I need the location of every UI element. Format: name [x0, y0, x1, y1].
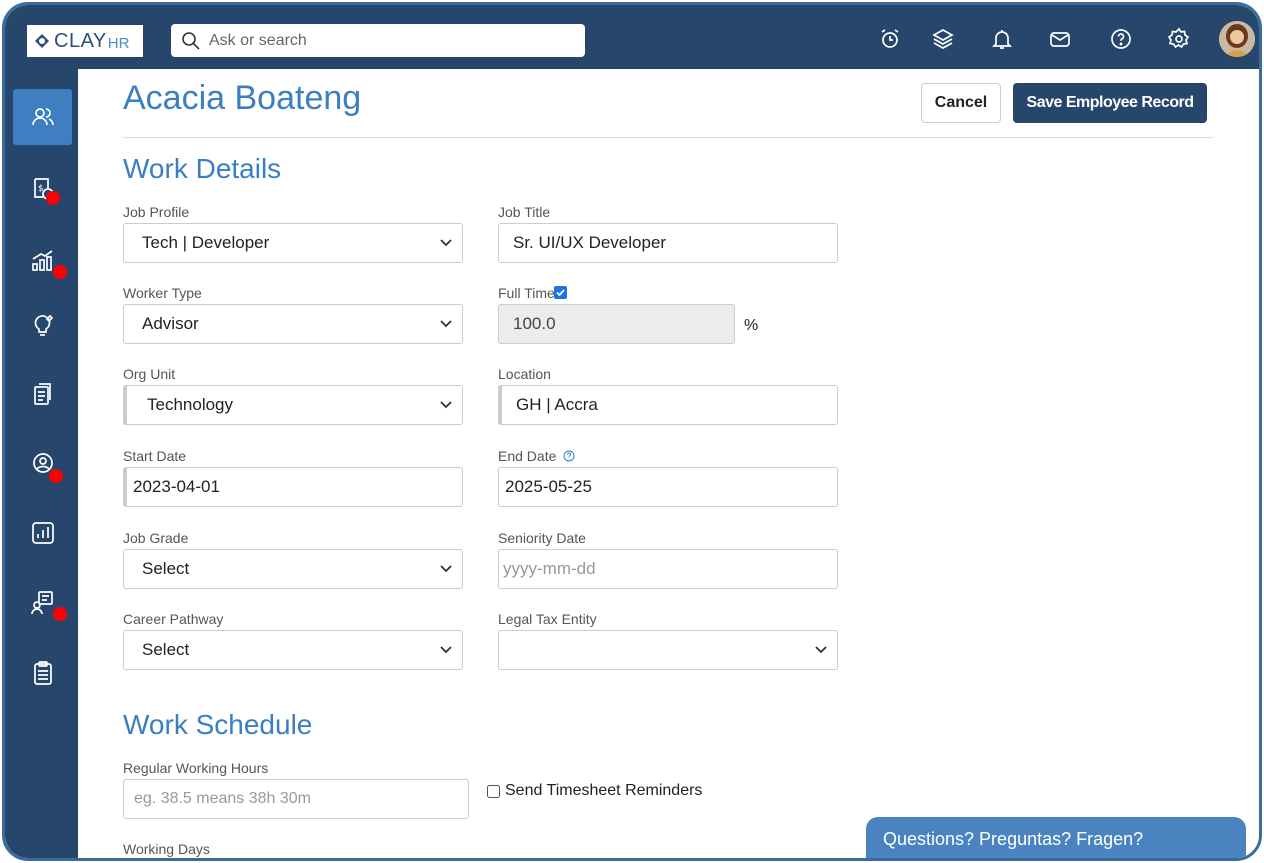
- reports-icon: [31, 522, 54, 544]
- job-grade-select[interactable]: Select: [123, 549, 463, 589]
- search-input[interactable]: [209, 31, 569, 50]
- regular-working-hours-label: Regular Working Hours: [123, 760, 269, 776]
- location-value: GH | Accra: [516, 395, 598, 414]
- chevron-down-icon: [440, 565, 452, 573]
- job-grade-label: Job Grade: [123, 530, 189, 546]
- app-logo[interactable]: CLAY HR: [27, 25, 143, 57]
- worker-type-label: Worker Type: [123, 285, 202, 301]
- help-chat-banner[interactable]: Questions? Preguntas? Fragen?: [866, 817, 1246, 858]
- working-days-label: Working Days: [123, 841, 210, 857]
- job-profile-value: Tech | Developer: [142, 233, 270, 252]
- notification-badge: [49, 469, 63, 483]
- logo-mark-icon: [35, 34, 49, 48]
- legal-tax-entity-label: Legal Tax Entity: [498, 611, 597, 627]
- seniority-date-label: Seniority Date: [498, 530, 586, 546]
- section-title-work-details: Work Details: [123, 153, 282, 184]
- sidebar-item-profile[interactable]: [13, 435, 72, 491]
- training-icon: [30, 591, 53, 615]
- job-grade-value: Select: [142, 559, 190, 578]
- people-icon: [31, 108, 54, 126]
- notification-badge: [53, 607, 67, 621]
- worker-type-value: Advisor: [142, 314, 199, 333]
- sidebar-item-payroll[interactable]: $: [13, 161, 72, 217]
- clipboard-icon: [33, 661, 52, 685]
- sidebar-item-people[interactable]: [13, 89, 72, 145]
- career-pathway-value: Select: [142, 640, 190, 659]
- regular-working-hours-input[interactable]: [134, 790, 468, 808]
- location-field[interactable]: GH | Accra: [498, 385, 838, 425]
- timesheet-reminders-option[interactable]: Send Timesheet Reminders: [487, 782, 702, 800]
- org-unit-label: Org Unit: [123, 366, 176, 382]
- timesheet-reminders-checkbox[interactable]: [487, 784, 500, 798]
- location-label: Location: [498, 366, 551, 382]
- layers-icon[interactable]: [931, 27, 955, 51]
- logo-text-suffix: HR: [107, 34, 130, 52]
- ideas-icon: [34, 314, 53, 336]
- help-icon[interactable]: [1109, 27, 1133, 51]
- full-time-percentage-value: 100.0: [513, 314, 556, 333]
- gear-icon[interactable]: [1167, 27, 1191, 51]
- end-date-value: 2025-05-25: [505, 477, 592, 496]
- job-profile-label: Job Profile: [123, 204, 190, 220]
- page-title: Acacia Boateng: [123, 79, 362, 117]
- regular-working-hours-field[interactable]: [123, 779, 469, 819]
- sidebar-item-ideas[interactable]: [13, 297, 72, 353]
- end-date-label: End Date: [498, 448, 575, 464]
- chevron-down-icon: [815, 646, 827, 654]
- notification-badge: [53, 265, 67, 279]
- help-chat-text: Questions? Preguntas? Fragen?: [883, 829, 1144, 849]
- sidebar-item-analytics[interactable]: [13, 233, 72, 289]
- help-icon[interactable]: [563, 450, 575, 462]
- start-date-value: 2023-04-01: [133, 477, 220, 496]
- start-date-label: Start Date: [123, 448, 187, 464]
- sidebar-item-checklist[interactable]: [13, 645, 72, 701]
- analytics-icon: [31, 250, 52, 271]
- header-divider: [123, 137, 1213, 138]
- chevron-down-icon: [440, 401, 452, 409]
- career-pathway-label: Career Pathway: [123, 611, 224, 627]
- job-profile-select[interactable]: Tech | Developer: [123, 223, 463, 263]
- start-date-field[interactable]: 2023-04-01: [123, 467, 463, 507]
- sidebar: $: [5, 69, 78, 858]
- full-time-checkbox[interactable]: [554, 286, 567, 299]
- full-time-label: Full Time: [498, 285, 555, 301]
- chevron-down-icon: [440, 320, 452, 328]
- full-time-percentage-field: 100.0: [498, 304, 735, 344]
- end-date-field[interactable]: 2025-05-25: [498, 467, 838, 507]
- chevron-down-icon: [440, 239, 452, 247]
- sidebar-item-training[interactable]: [13, 575, 72, 631]
- section-title-work-schedule: Work Schedule: [123, 709, 313, 740]
- user-avatar[interactable]: [1219, 21, 1255, 57]
- career-pathway-select[interactable]: Select: [123, 630, 463, 670]
- cancel-button[interactable]: Cancel: [921, 83, 1001, 123]
- notification-badge: [46, 191, 60, 205]
- sidebar-item-documents[interactable]: [13, 367, 72, 423]
- app-window: CLAY HR Ask or search $ Acacia Boateng C…: [2, 2, 1262, 861]
- percent-unit: %: [744, 317, 759, 334]
- alarm-clock-icon[interactable]: [878, 27, 902, 51]
- mail-icon[interactable]: [1048, 27, 1072, 51]
- avatar-image: [1219, 21, 1255, 57]
- job-title-value: Sr. UI/UX Developer: [513, 233, 667, 252]
- worker-type-select[interactable]: Advisor: [123, 304, 463, 344]
- org-unit-value: Technology: [147, 395, 234, 414]
- top-bar: CLAY HR: [5, 5, 1259, 69]
- seniority-date-field[interactable]: [498, 549, 838, 589]
- search-bar[interactable]: [171, 24, 585, 57]
- chevron-down-icon: [440, 646, 452, 654]
- job-title-label: Job Title: [498, 204, 551, 220]
- bell-icon[interactable]: [990, 27, 1014, 51]
- sidebar-item-reports[interactable]: [13, 505, 72, 561]
- main-content: Acacia Boateng Cancel Save Employee Reco…: [78, 69, 1259, 858]
- timesheet-reminders-label: Send Timesheet Reminders: [505, 782, 703, 799]
- end-date-label-text: End Date: [498, 448, 557, 464]
- documents-icon: [33, 383, 51, 405]
- job-title-field[interactable]: Sr. UI/UX Developer: [498, 223, 838, 263]
- legal-tax-entity-select[interactable]: [498, 630, 838, 670]
- logo-text: CLAY: [54, 29, 107, 52]
- search-icon: [182, 31, 200, 50]
- seniority-date-input[interactable]: [503, 559, 837, 579]
- org-unit-select[interactable]: Technology: [123, 385, 463, 425]
- save-employee-record-button[interactable]: Save Employee Record: [1013, 83, 1207, 123]
